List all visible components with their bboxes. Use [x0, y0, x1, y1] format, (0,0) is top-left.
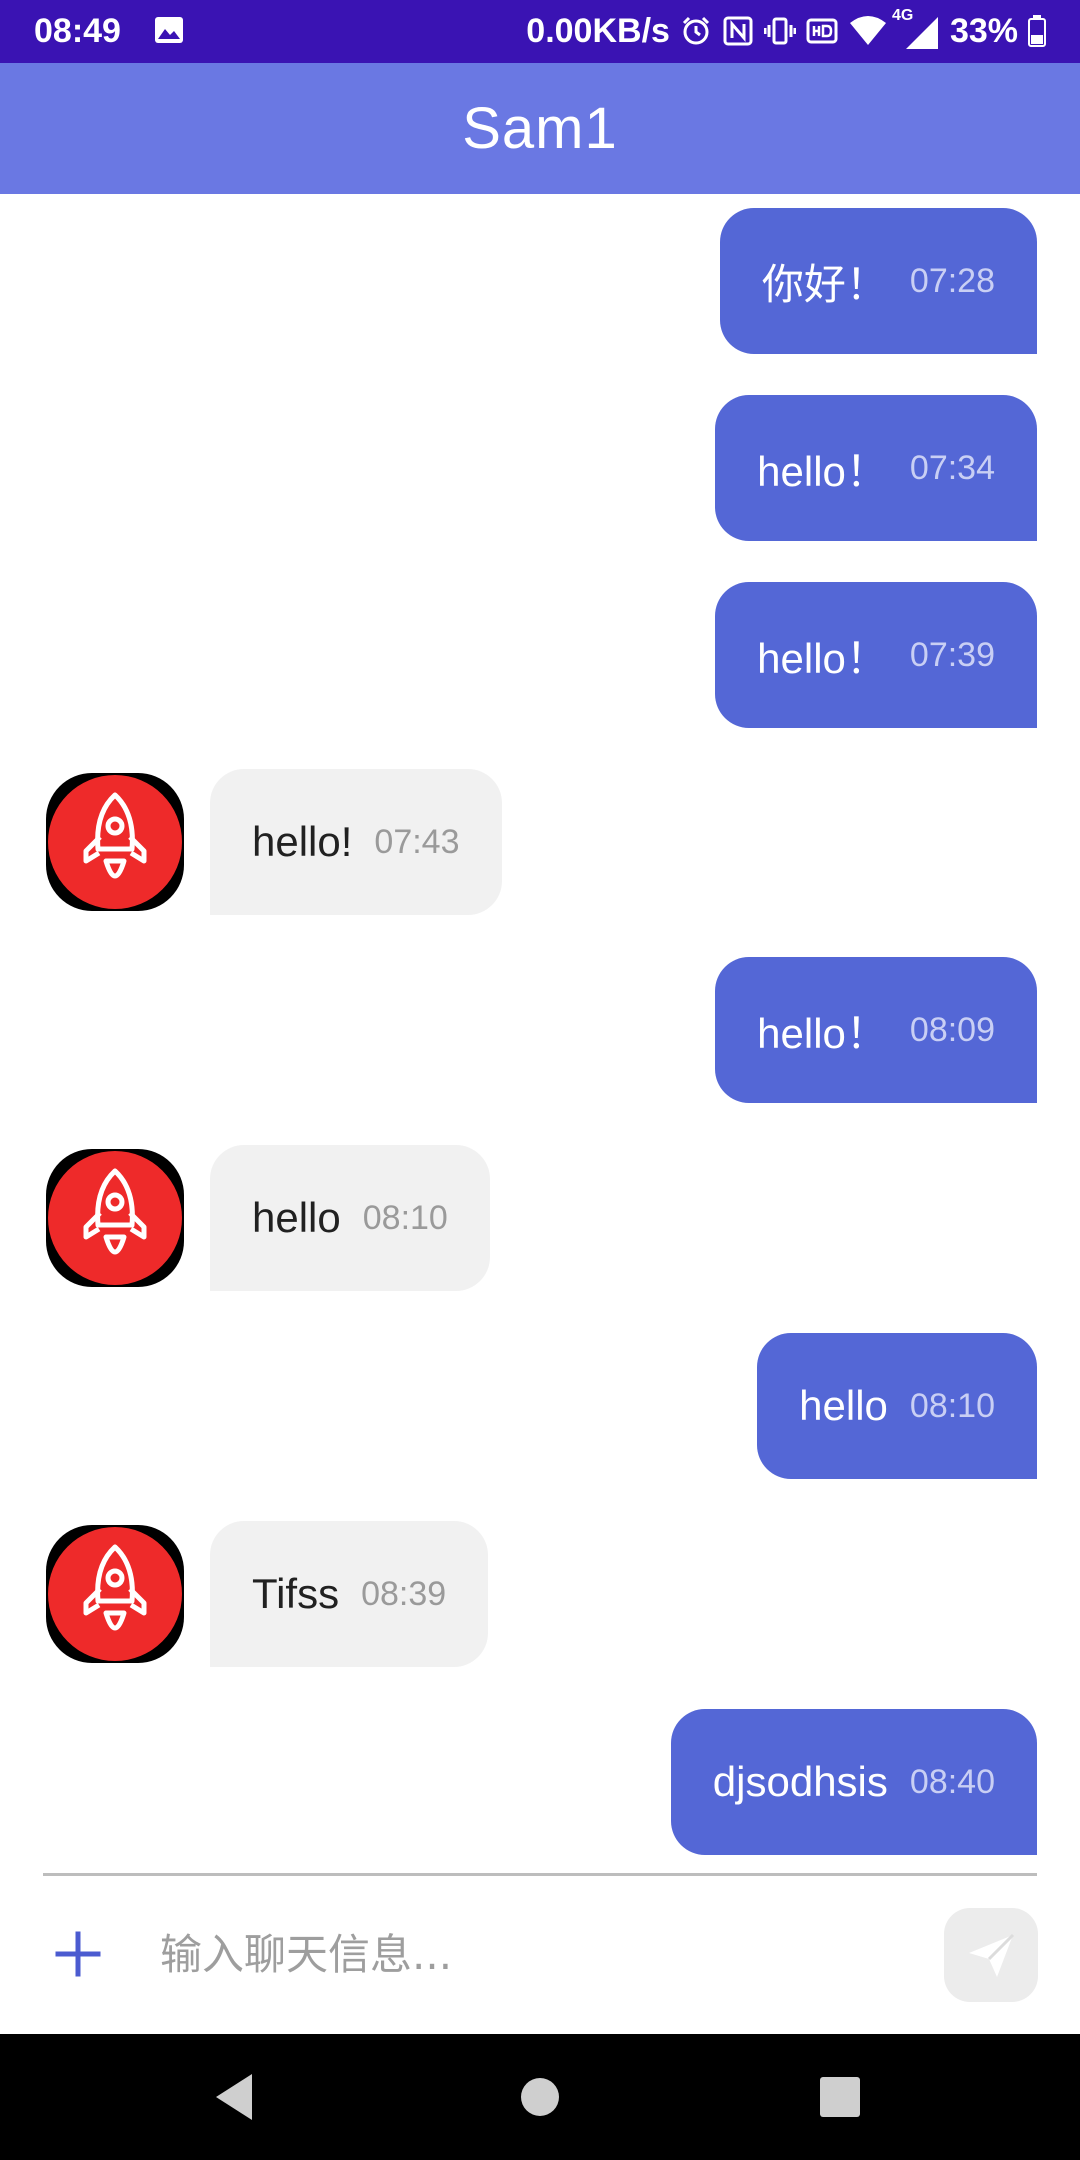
gallery-icon: [155, 17, 183, 43]
home-button[interactable]: [505, 2062, 575, 2132]
message-bubble[interactable]: hello! 07:43: [210, 769, 502, 915]
message-text: hello: [252, 1194, 341, 1241]
send-button[interactable]: [944, 1908, 1038, 2002]
signal-icon: [905, 17, 938, 49]
signal-indicator: 4G: [892, 7, 940, 51]
message-bubble[interactable]: Tifss 08:39: [210, 1521, 489, 1667]
message-time: 08:40: [909, 1762, 995, 1801]
message-text: hello！: [757, 634, 888, 682]
back-icon: [216, 2074, 252, 2120]
message-time: 08:39: [361, 1574, 447, 1613]
message-bubble[interactable]: hello 08:10: [210, 1145, 490, 1291]
send-icon: [969, 1933, 1015, 1977]
message-text: hello: [799, 1382, 888, 1429]
message-text: hello！: [757, 1009, 888, 1057]
message-time: 07:34: [909, 448, 995, 487]
message-bubble[interactable]: hello！ 07:39: [715, 582, 1037, 728]
message-text: hello!: [252, 818, 353, 865]
back-button[interactable]: [200, 2062, 270, 2132]
message-outgoing: hello！ 08:09: [0, 943, 1080, 1103]
message-outgoing: hello 08:10: [0, 1319, 1080, 1479]
status-indicators: 0.00KB/s 4G 33%: [516, 7, 1046, 52]
plus-icon: [55, 1931, 101, 1977]
message-text: hello！: [757, 447, 888, 495]
message-time: 08:10: [909, 1386, 995, 1425]
nfc-icon: [723, 16, 753, 46]
message-time: 07:39: [909, 635, 995, 674]
message-bubble[interactable]: djsodhsis 08:40: [670, 1709, 1037, 1855]
alarm-icon: [682, 16, 709, 45]
message-time: 07:43: [374, 822, 460, 861]
message-outgoing: hello！ 07:34: [0, 381, 1080, 541]
message-bubble[interactable]: hello！ 07:34: [715, 395, 1037, 541]
hd-icon: [806, 18, 838, 44]
message-input[interactable]: [160, 1908, 920, 2000]
message-time: 08:10: [362, 1198, 448, 1237]
message-text: djsodhsis: [712, 1758, 888, 1805]
battery-percentage: 33%: [949, 11, 1018, 50]
message-incoming: hello! 07:43: [0, 755, 1080, 915]
system-navigation-bar: [0, 2034, 1080, 2160]
add-attachment-button[interactable]: [50, 1926, 106, 1982]
message-text: 你好！: [761, 260, 888, 308]
message-text: Tifss: [252, 1570, 340, 1617]
message-outgoing: djsodhsis 08:40: [0, 1695, 1080, 1855]
app-bar: Sam1: [0, 63, 1080, 194]
rocket-icon[interactable]: [42, 1145, 188, 1291]
net-speed: 0.00KB/s: [526, 11, 670, 50]
vibrate-icon: [763, 17, 796, 45]
home-icon: [521, 2078, 559, 2116]
rocket-icon[interactable]: [42, 1521, 188, 1667]
message-outgoing: hello！ 07:39: [0, 568, 1080, 728]
wifi-icon: [849, 16, 886, 45]
message-outgoing: 你好！ 07:28: [0, 194, 1080, 354]
recents-icon: [820, 2077, 860, 2117]
message-time: 08:09: [909, 1010, 995, 1049]
chat-title: Sam1: [462, 96, 618, 161]
status-bar: 08:49 0.00KB/s 4G 33%: [0, 0, 1080, 63]
message-bubble[interactable]: 你好！ 07:28: [719, 208, 1037, 354]
recents-button[interactable]: [805, 2062, 875, 2132]
message-time: 07:28: [909, 261, 995, 300]
message-bubble[interactable]: hello 08:10: [757, 1333, 1037, 1479]
status-time: 08:49: [34, 12, 121, 50]
message-incoming: Tifss 08:39: [0, 1507, 1080, 1667]
rocket-icon[interactable]: [42, 769, 188, 915]
battery-icon: [1028, 15, 1046, 47]
message-composer: [0, 1876, 1080, 2034]
message-list[interactable]: 你好！ 07:28 hello！ 07:34 hello！ 07:39 hell…: [0, 194, 1080, 1874]
message-bubble[interactable]: hello！ 08:09: [715, 957, 1037, 1103]
message-incoming: hello 08:10: [0, 1131, 1080, 1291]
